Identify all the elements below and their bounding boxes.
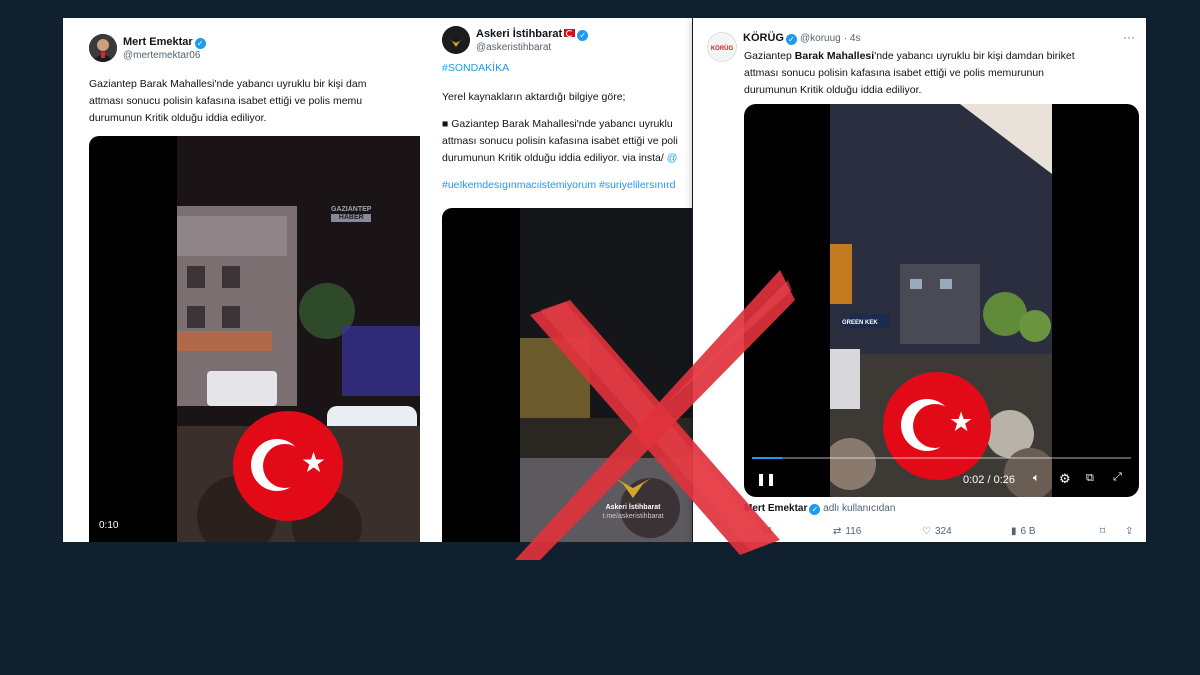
credit-name[interactable]: Mert Emektar [744, 503, 807, 514]
settings-gear-icon[interactable]: ⚙ [1059, 471, 1071, 487]
verified-badge-icon: ✓ [194, 38, 206, 49]
svg-text:KÖRÜG: KÖRÜG [711, 45, 734, 52]
fullscreen-icon[interactable]: ⤢ [1113, 471, 1122, 484]
eagle-avatar-icon[interactable] [442, 26, 470, 54]
display-name[interactable]: Askeri İstihbarat [476, 28, 562, 40]
reply-button[interactable]: 💬︎ 24 [744, 526, 772, 537]
user-handle[interactable]: @askeristihbarat [476, 41, 588, 54]
like-button[interactable]: ♡ 324 [922, 526, 952, 537]
reply-icon: 💬︎ [744, 526, 757, 537]
tweet-video-player[interactable]: GREEN KEK ★ ❚❚ 0:02 / 0:26 🔈︎ ⚙ ⧉ ⤢ [744, 104, 1139, 497]
tweet-text-line: durumunun Kritik olduğu iddia ediliyor. [744, 84, 922, 96]
tweet-text: Gaziantep Barak Mahallesi'nde yabancı uy… [744, 48, 1075, 99]
tweet-text-line: attması sonucu polisin kafasına isabet e… [744, 67, 1044, 79]
hashtag-link[interactable]: #SONDAKİKA [442, 60, 678, 77]
share-icon[interactable]: ⇪ [1125, 526, 1133, 537]
video-progress-bar[interactable] [752, 457, 1131, 459]
display-name[interactable]: KÖRÜG [743, 32, 784, 44]
retweet-icon: ⇄ [833, 526, 842, 537]
verified-badge-icon: ✓ [785, 34, 797, 45]
tweet-screenshot-korug: KÖRÜG KÖRÜG ✓ @koruug · 4s ··· Gaziantep … [693, 18, 1146, 542]
verified-badge-icon: ✓ [809, 504, 821, 515]
pause-icon[interactable]: ❚❚ [756, 472, 776, 486]
store-sign: GREEN KEK [840, 320, 880, 326]
video-timestamp: 0:02 / 0:26 [963, 474, 1015, 486]
heart-icon: ♡ [922, 526, 931, 537]
retweet-button[interactable]: ⇄ 116 [833, 526, 861, 537]
tweet-text-line: attması sonucu polisin kafasına isabet e… [442, 135, 678, 147]
video-timestamp: 0:10 [99, 520, 119, 531]
tweet-video[interactable]: GAZIANTEP HABER ★ 0:10 [89, 136, 420, 542]
video-watermark: Askeri İstihbarat t.me/askeristihbarat [592, 470, 674, 521]
hashtags-line[interactable]: #ueIkemdesıgınmacıistemiyorum #suriyelil… [442, 177, 678, 194]
tweet-text-line: Yerel kaynakların aktardığı bilgiye göre… [442, 91, 626, 103]
tweet-header: Mert Emektar ✓ @mertemektar06 [89, 34, 206, 62]
volume-icon[interactable]: 🔈︎ [1033, 472, 1040, 485]
avatar[interactable] [89, 34, 117, 62]
more-options-icon[interactable]: ··· [1123, 30, 1135, 44]
video-source-credit: Mert Emektar ✓ adlı kullanıcıdan [744, 503, 895, 515]
korug-avatar-icon[interactable]: KÖRÜG [707, 32, 737, 62]
eagle-logo-icon [615, 478, 651, 498]
turkish-flag-icon: ★ [883, 372, 991, 480]
user-handle[interactable]: @koruug [800, 33, 841, 44]
tweet-text: #SONDAKİKA Yerel kaynakların aktardığı b… [442, 60, 678, 194]
watermark-line: HABER [331, 214, 372, 222]
tweet-text-segment: Gaziantep [744, 50, 795, 62]
like-count: 324 [934, 526, 952, 537]
tweet-text: Gaziantep Barak Mahallesi'nde yabancı uy… [89, 76, 366, 127]
bar-chart-icon: ▮ [1011, 526, 1017, 537]
verified-badge-icon: ✓ [577, 30, 589, 41]
tweet-text-line: Gaziantep Barak Mahallesi'nde yabancı uy… [89, 78, 367, 90]
watermark-line: Askeri İstihbarat [605, 504, 661, 511]
video-progress-fill [752, 457, 783, 459]
views-button[interactable]: ▮ 6 B [1011, 526, 1036, 537]
tweet-screenshot-mert-emektar: Mert Emektar ✓ @mertemektar06 Gaziantep B… [63, 18, 420, 542]
tweet-header: Askeri İstihbarat ✓ @askeristihbarat [442, 26, 589, 54]
turkish-flag-icon [564, 29, 576, 37]
tweet-screenshot-askeri-istihbarat: Askeri İstihbarat ✓ @askeristihbarat #SON… [420, 18, 692, 542]
video-watermark: GAZIANTEP HABER [331, 206, 372, 222]
watermark-line: GAZIANTEP [331, 206, 372, 213]
watermark-line: t.me/askeristihbarat [602, 513, 664, 520]
credit-suffix: adlı kullanıcıdan [823, 503, 896, 514]
post-time[interactable]: · 4s [844, 33, 861, 44]
user-handle[interactable]: @mertemektar06 [123, 49, 206, 62]
picture-in-picture-icon[interactable]: ⧉ [1086, 472, 1094, 485]
tweet-text-line: attması sonucu polisin kafasına isabet e… [89, 95, 363, 107]
tweet-text-bold: Barak Mahallesi [794, 50, 875, 62]
tweet-text-line: durumunun Kritik olduğu iddia ediliyor. [89, 112, 267, 124]
retweet-count: 116 [845, 526, 862, 537]
tweet-text-line: ■ Gaziantep Barak Mahallesi'nde yabancı … [442, 118, 673, 130]
tweet-text-segment: 'nde yabancı uyruklu bir kişi damdan bir… [874, 50, 1075, 62]
turkish-flag-icon: ★ [233, 411, 343, 521]
display-name[interactable]: Mert Emektar [123, 36, 193, 48]
bookmark-icon[interactable]: ⌑ [1100, 526, 1105, 537]
view-count: 6 B [1020, 526, 1036, 537]
tweet-text-line: durumunun Kritik olduğu iddia ediliyor. … [442, 152, 664, 164]
mention-link[interactable]: @ [667, 152, 678, 164]
reply-count: 24 [760, 526, 772, 537]
tweet-video[interactable]: Askeri İstihbarat t.me/askeristihbarat [442, 208, 692, 542]
